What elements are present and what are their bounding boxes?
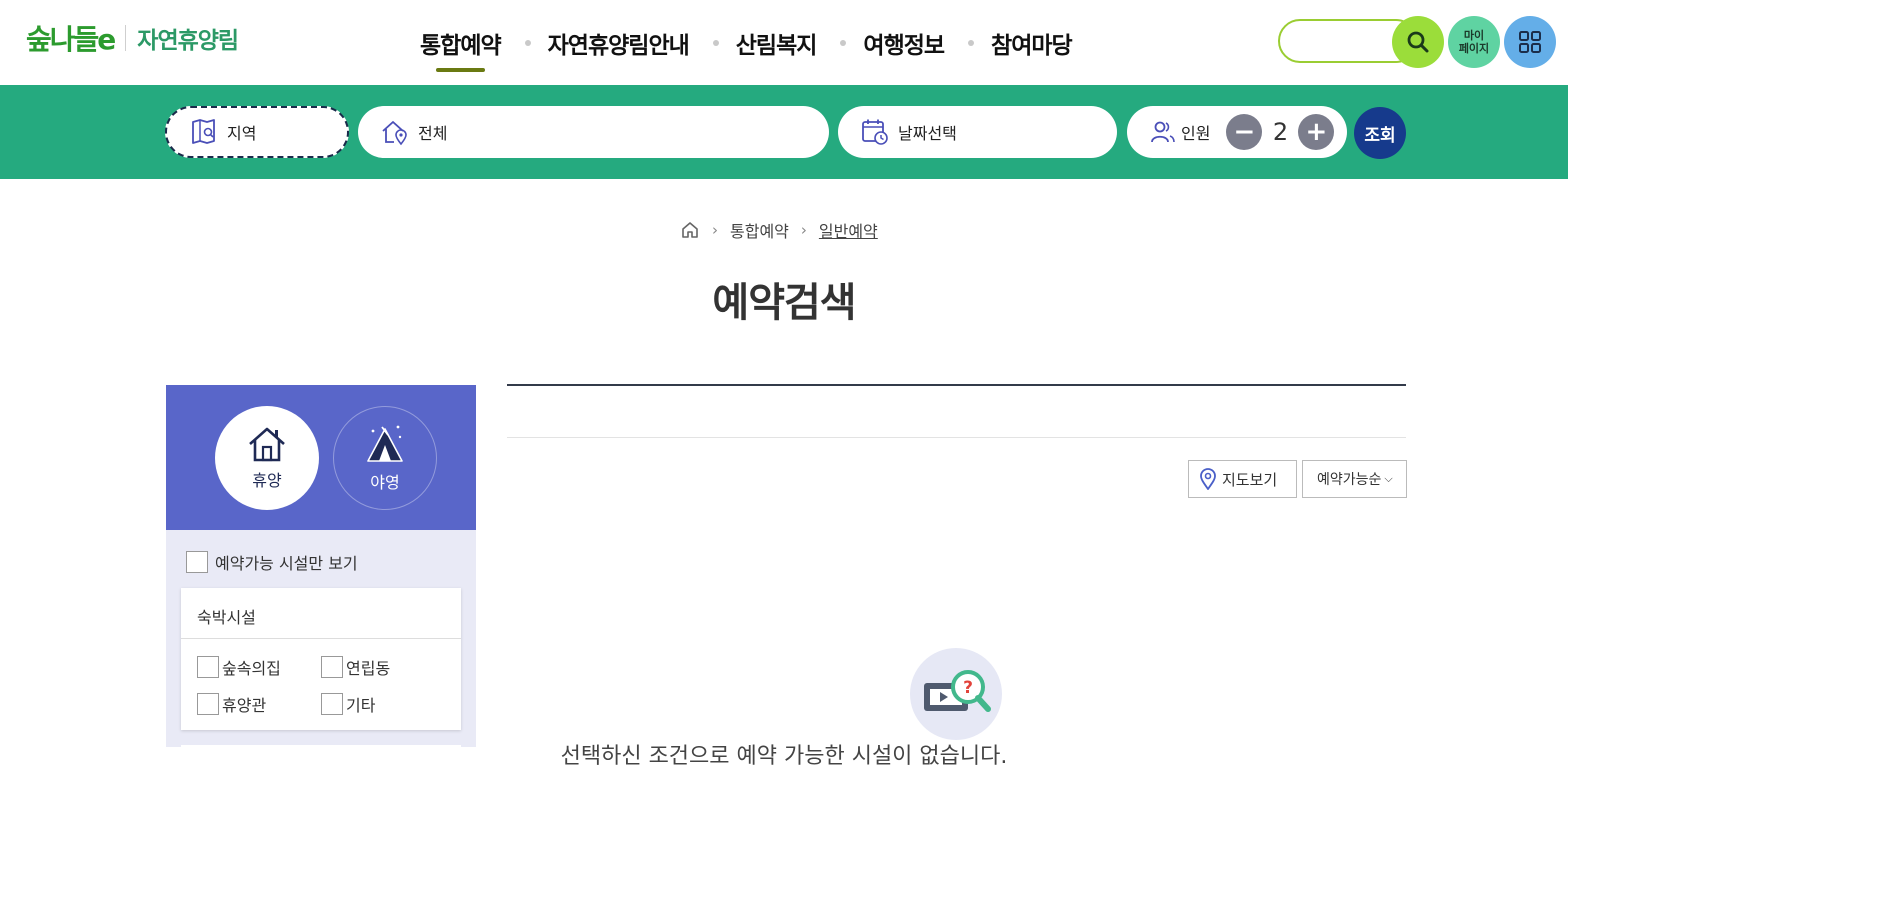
- people-icon: [1149, 118, 1177, 146]
- people-plus-button[interactable]: +: [1298, 114, 1335, 150]
- area-selector[interactable]: 전체: [358, 106, 829, 158]
- breadcrumb-current[interactable]: 일반예약: [819, 218, 878, 242]
- available-only-checkbox[interactable]: 예약가능 시설만 보기: [186, 550, 358, 574]
- lodging-title: 숙박시설: [181, 588, 461, 639]
- date-label: 날짜선택: [898, 124, 957, 143]
- lodging-filter-card: 숙박시설 숲속의집 연립동 휴양관 기타: [181, 588, 461, 730]
- my-page-button[interactable]: 마이 페이지: [1448, 16, 1500, 68]
- chevron-right-icon: ›: [712, 221, 718, 239]
- house-pin-icon: [380, 117, 410, 147]
- type-camp-label: 야영: [370, 473, 400, 492]
- my-page-label-line1: 마이: [1463, 29, 1485, 42]
- nav-item-travel-info[interactable]: 여행정보: [863, 26, 945, 60]
- breadcrumb: › 통합예약 › 일반예약: [680, 218, 878, 242]
- people-minus-button[interactable]: −: [1226, 114, 1263, 150]
- nav-separator: [968, 40, 975, 46]
- page-title: 예약검색: [712, 280, 856, 326]
- results-divider: [507, 437, 1406, 438]
- all-menu-button[interactable]: [1504, 16, 1556, 68]
- sort-select[interactable]: 예약가능순 ⌵: [1302, 460, 1407, 498]
- breadcrumb-level1[interactable]: 통합예약: [730, 218, 789, 242]
- region-label: 지역: [227, 124, 257, 143]
- lodging-option-label: 휴양관: [222, 696, 267, 715]
- checkbox[interactable]: [321, 656, 343, 678]
- type-camp-button[interactable]: 야영: [333, 406, 437, 510]
- facility-type-panel: 휴양 야영: [166, 385, 476, 530]
- sort-value: 예약가능순: [1317, 472, 1382, 488]
- nav-item-forest-info[interactable]: 자연휴양림안내: [548, 26, 690, 60]
- date-selector[interactable]: 날짜선택: [838, 106, 1117, 158]
- main-nav: 통합예약 자연휴양림안내 산림복지 여행정보 참여마당: [420, 26, 1073, 72]
- lodging-option-label: 기타: [346, 696, 376, 715]
- checkbox[interactable]: [197, 656, 219, 678]
- people-selector: 인원 − 2 +: [1127, 106, 1347, 158]
- my-page-label-line2: 페이지: [1458, 42, 1490, 55]
- filter-sidebar: 휴양 야영 예약가능 시설만 보기 숙박시설 숲속의집 연립동 휴양관 기타: [166, 385, 476, 765]
- nav-separator: [524, 40, 531, 46]
- checkbox[interactable]: [186, 551, 208, 573]
- lodging-option-label: 연립동: [346, 659, 391, 678]
- site-header: 숲나들e 자연휴양림 통합예약 자연휴양림안내 산림복지 여행정보 참여마당 마…: [0, 0, 1568, 85]
- logo-mark: 숲나들e: [26, 23, 116, 56]
- region-selector[interactable]: 지역: [165, 106, 349, 158]
- checkbox[interactable]: [197, 693, 219, 715]
- house-icon: [249, 427, 285, 462]
- grid-menu-icon: [1519, 31, 1541, 53]
- lodging-option-other[interactable]: 기타: [321, 692, 375, 716]
- no-results-icon: ?: [910, 648, 1002, 740]
- nav-item-forest-welfare[interactable]: 산림복지: [736, 26, 818, 60]
- type-rest-button[interactable]: 휴양: [215, 406, 319, 510]
- lodging-option-row-house[interactable]: 연립동: [321, 655, 390, 679]
- query-button[interactable]: 조회: [1354, 107, 1406, 159]
- chevron-down-icon: ⌵: [1384, 472, 1393, 485]
- results-top-divider: [507, 384, 1406, 386]
- logo-text: 자연휴양림: [137, 28, 239, 54]
- search-icon: [1407, 31, 1429, 53]
- type-rest-label: 휴양: [252, 471, 282, 490]
- nav-item-integrated-reservation[interactable]: 통합예약: [420, 26, 502, 72]
- map-pin-icon: [1199, 468, 1217, 490]
- people-count: 2: [1272, 118, 1289, 146]
- nav-separator: [840, 40, 847, 46]
- checkbox[interactable]: [321, 693, 343, 715]
- lodging-option-forest-house[interactable]: 숲속의집: [197, 655, 281, 679]
- home-icon[interactable]: [680, 220, 700, 240]
- no-results-message: 선택하신 조건으로 예약 가능한 시설이 없습니다.: [560, 744, 1008, 769]
- area-label: 전체: [418, 124, 448, 143]
- nav-separator: [712, 40, 719, 46]
- lodging-option-rest-hall[interactable]: 휴양관: [197, 692, 266, 716]
- tent-icon: [367, 425, 403, 462]
- reservation-search-bar: 지역 전체 날짜선택 인원 − 2 + 조회: [0, 85, 1568, 179]
- site-logo[interactable]: 숲나들e 자연휴양림: [26, 18, 239, 58]
- logo-divider: [125, 25, 127, 51]
- map-view-label: 지도보기: [1222, 470, 1278, 489]
- lodging-option-label: 숲속의집: [222, 659, 281, 678]
- nav-item-community[interactable]: 참여마당: [991, 26, 1073, 60]
- map-view-button[interactable]: 지도보기: [1188, 460, 1297, 498]
- header-search-button[interactable]: [1392, 16, 1444, 68]
- available-only-label: 예약가능 시설만 보기: [215, 554, 358, 573]
- people-label: 인원: [1181, 124, 1211, 143]
- map-book-icon: [189, 117, 219, 147]
- chevron-right-icon: ›: [800, 221, 807, 239]
- svg-text:?: ?: [963, 678, 973, 698]
- calendar-icon: [860, 117, 890, 147]
